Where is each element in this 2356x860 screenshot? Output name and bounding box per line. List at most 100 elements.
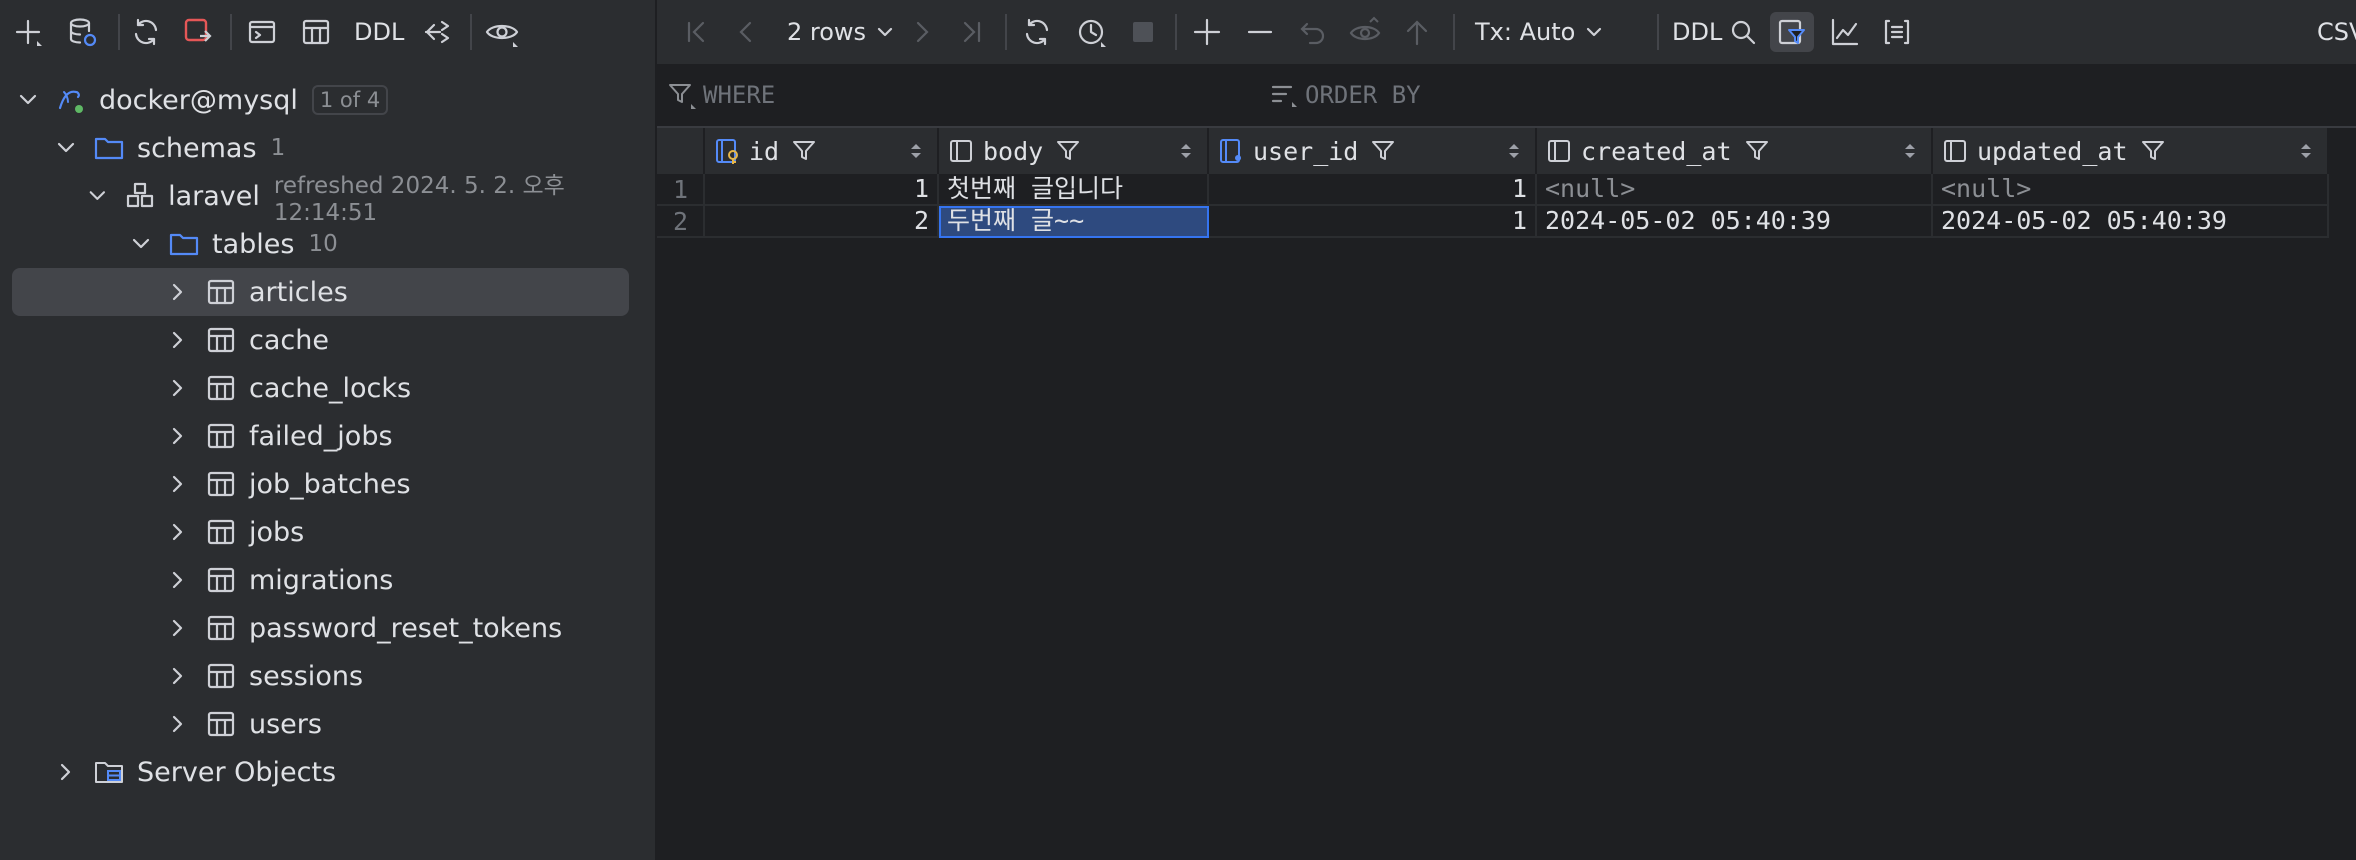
chevron-right-icon[interactable]	[165, 327, 191, 353]
ddl-button[interactable]: DDL	[1672, 0, 1722, 64]
data-editor-toolbar: 2 rows Tx: Auto DDL CS	[657, 0, 2356, 64]
console-icon[interactable]	[242, 12, 282, 52]
chevron-right-icon[interactable]	[165, 663, 191, 689]
tree-table-item[interactable]: failed_jobs	[0, 412, 655, 460]
tree-table-item[interactable]: users	[0, 700, 655, 748]
sort-arrows-icon[interactable]	[1901, 141, 1919, 161]
previous-page-icon[interactable]	[727, 12, 767, 52]
tree-connection[interactable]: docker@mysql 1 of 4	[0, 76, 655, 124]
preview-changes-icon[interactable]	[1345, 12, 1385, 52]
submit-icon[interactable]	[1397, 12, 1437, 52]
cell-body[interactable]: 첫번째 글입니다	[939, 174, 1209, 206]
connection-label: docker@mysql	[99, 84, 298, 116]
first-page-icon[interactable]	[677, 12, 717, 52]
table-item-label: password_reset_tokens	[249, 612, 563, 644]
grid-corner-cell[interactable]	[657, 128, 705, 174]
cell-user-id[interactable]: 1	[1209, 206, 1537, 238]
table-row[interactable]: 2 2 두번째 글~~ 1 2024-05-02 05:40:39 2024-05-02 …	[657, 206, 2329, 252]
chevron-right-icon[interactable]	[165, 567, 191, 593]
chevron-down-icon[interactable]	[128, 231, 154, 257]
cell-updated-at[interactable]: 2024-05-02 05:40:39	[1933, 206, 2329, 238]
reload-icon[interactable]	[1017, 12, 1057, 52]
search-icon[interactable]	[1723, 12, 1763, 52]
tree-schemas[interactable]: schemas 1	[0, 124, 655, 172]
tree-table-item[interactable]: password_reset_tokens	[0, 604, 655, 652]
stop-icon[interactable]	[1123, 12, 1163, 52]
rows-dropdown[interactable]: 2 rows	[787, 0, 896, 64]
cell-user-id[interactable]: 1	[1209, 174, 1537, 206]
export-format-button[interactable]: CSV	[2317, 0, 2356, 64]
next-page-icon[interactable]	[901, 12, 941, 52]
cell-id[interactable]: 1	[705, 174, 939, 206]
tree-schema-laravel[interactable]: laravel refreshed 2024. 5. 2. 오후 12:14:5…	[0, 172, 655, 226]
tree-table-item[interactable]: articles	[0, 268, 655, 316]
sort-arrows-icon[interactable]	[2297, 141, 2315, 161]
tree-table-item[interactable]: migrations	[0, 556, 655, 604]
chevron-right-icon[interactable]	[165, 519, 191, 545]
cell-updated-at[interactable]: <null>	[1933, 174, 2329, 206]
chevron-down-icon[interactable]	[85, 183, 110, 209]
chevron-right-icon[interactable]	[165, 423, 191, 449]
cell-created-at[interactable]: <null>	[1537, 174, 1933, 206]
column-filter-icon[interactable]	[2140, 138, 2166, 164]
chevron-down-icon[interactable]	[53, 135, 79, 161]
table-item-label: jobs	[249, 516, 305, 548]
tree-tables[interactable]: tables 10	[0, 220, 655, 268]
revert-icon[interactable]	[1293, 12, 1333, 52]
chevron-right-icon[interactable]	[53, 759, 79, 785]
column-header-id[interactable]: id	[705, 128, 939, 174]
tree-table-item[interactable]: cache_locks	[0, 364, 655, 412]
column-header-created-at[interactable]: created_at	[1537, 128, 1933, 174]
chevron-right-icon[interactable]	[165, 375, 191, 401]
table-view-icon[interactable]	[296, 12, 336, 52]
chevron-right-icon[interactable]	[165, 471, 191, 497]
transaction-mode-dropdown[interactable]: Tx: Auto	[1475, 0, 1605, 64]
column-icon	[1944, 140, 1966, 162]
column-filter-icon[interactable]	[1744, 138, 1770, 164]
chevron-right-icon[interactable]	[165, 711, 191, 737]
column-filter-icon[interactable]	[791, 138, 817, 164]
delete-row-icon[interactable]	[1240, 12, 1280, 52]
row-number[interactable]: 2	[657, 206, 705, 238]
add-icon[interactable]	[8, 12, 48, 52]
view-options-icon[interactable]	[482, 12, 522, 52]
tree-table-item[interactable]: job_batches	[0, 460, 655, 508]
column-header-updated-at[interactable]: updated_at	[1933, 128, 2329, 174]
where-filter[interactable]: WHERE	[667, 64, 775, 126]
disconnect-icon[interactable]	[178, 12, 218, 52]
column-header-body[interactable]: body	[939, 128, 1209, 174]
sort-arrows-icon[interactable]	[1505, 141, 1523, 161]
record-view-icon[interactable]	[1877, 12, 1917, 52]
order-by-label: ORDER BY	[1305, 81, 1421, 109]
column-header-label: updated_at	[1977, 136, 2128, 166]
history-icon[interactable]	[1071, 12, 1111, 52]
column-header-user-id[interactable]: user_id	[1209, 128, 1537, 174]
row-number[interactable]: 1	[657, 174, 705, 206]
tables-label: tables	[212, 228, 295, 260]
last-page-icon[interactable]	[951, 12, 991, 52]
cell-created-at[interactable]: 2024-05-02 05:40:39	[1537, 206, 1933, 238]
column-filter-icon[interactable]	[1055, 138, 1081, 164]
chevron-right-icon[interactable]	[165, 279, 191, 305]
table-icon	[205, 420, 237, 452]
tree-table-item[interactable]: cache	[0, 316, 655, 364]
tree-server-objects[interactable]: Server Objects	[0, 748, 655, 796]
filter-panel-toggle-icon[interactable]	[1770, 12, 1814, 52]
chevron-right-icon[interactable]	[165, 615, 191, 641]
chart-icon[interactable]	[1825, 12, 1865, 52]
table-item-label: failed_jobs	[249, 420, 393, 452]
tree-table-item[interactable]: jobs	[0, 508, 655, 556]
chevron-down-icon[interactable]	[15, 87, 41, 113]
cell-id[interactable]: 2	[705, 206, 939, 238]
ddl-button[interactable]: DDL	[354, 0, 404, 64]
add-row-icon[interactable]	[1187, 12, 1227, 52]
cell-body[interactable]: 두번째 글~~	[939, 206, 1209, 238]
sort-arrows-icon[interactable]	[907, 141, 925, 161]
sort-arrows-icon[interactable]	[1177, 141, 1195, 161]
column-filter-icon[interactable]	[1370, 138, 1396, 164]
refresh-icon[interactable]	[126, 12, 166, 52]
order-by-filter[interactable]: ORDER BY	[1269, 64, 1421, 126]
data-source-properties-icon[interactable]	[62, 12, 102, 52]
tree-table-item[interactable]: sessions	[0, 652, 655, 700]
jump-to-icon[interactable]	[416, 12, 456, 52]
